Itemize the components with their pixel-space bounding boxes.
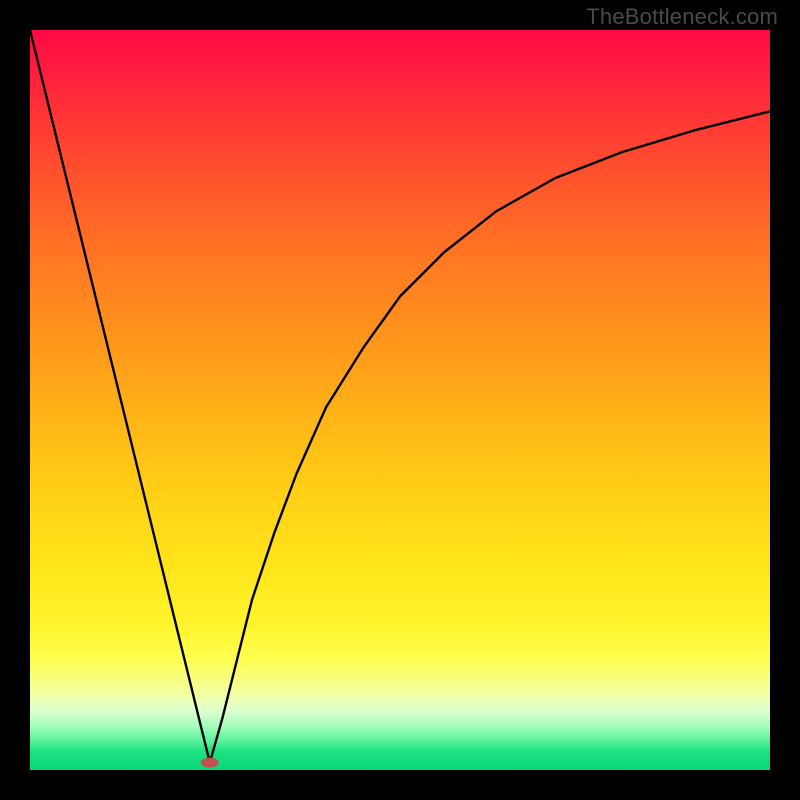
line-chart [30, 30, 770, 770]
watermark-text: TheBottleneck.com [586, 4, 778, 30]
min-marker [201, 758, 219, 768]
chart-frame: TheBottleneck.com [0, 0, 800, 800]
left-branch-line [30, 30, 210, 763]
plot-area [30, 30, 770, 770]
right-branch-line [210, 111, 770, 762]
